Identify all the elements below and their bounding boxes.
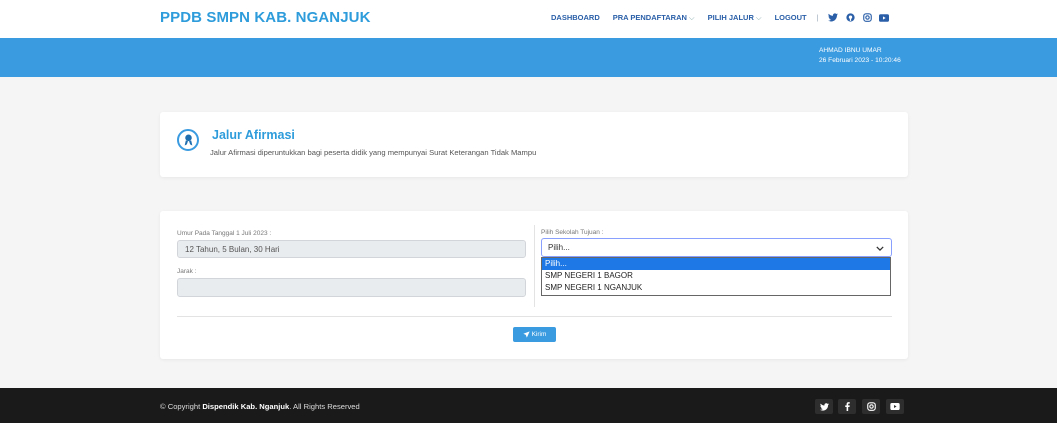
copyright-prefix: © Copyright <box>160 402 203 411</box>
nav-pra-pendaftaran[interactable]: PRA PENDAFTARAN ⌵ <box>613 13 695 23</box>
chevron-down-icon: ⌵ <box>688 12 695 22</box>
registration-form-card: Umur Pada Tanggal 1 Juli 2023 : 12 Tahun… <box>160 211 908 359</box>
copyright-suffix: . All Rights Reserved <box>289 402 360 411</box>
instagram-icon[interactable] <box>862 399 880 414</box>
kirim-button-label: Kirim <box>531 331 547 338</box>
sekolah-label: Pilih Sekolah Tujuan : <box>541 229 604 236</box>
site-brand[interactable]: PPDB SMPN KAB. NGANJUK <box>160 9 371 26</box>
sekolah-select[interactable]: Pilih... <box>541 238 892 257</box>
column-divider <box>534 225 535 307</box>
twitter-icon[interactable] <box>828 12 839 23</box>
user-datetime: 26 Februari 2023 - 10:20:46 <box>819 57 901 64</box>
nav-separator: | <box>816 13 819 22</box>
site-footer: © Copyright Dispendik Kab. Nganjuk. All … <box>0 388 1057 423</box>
youtube-icon[interactable] <box>886 399 904 414</box>
user-banner: AHMAD IBNU UMAR 26 Februari 2023 - 10:20… <box>0 38 1057 77</box>
main-menu: DASHBOARD PRA PENDAFTARAN ⌵ PILIH JALUR ⌵ … <box>551 12 896 23</box>
sekolah-selected-value: Pilih... <box>548 243 570 252</box>
jarak-field <box>177 278 526 297</box>
sekolah-option[interactable]: SMP NEGERI 1 BAGOR <box>542 270 890 282</box>
award-icon <box>177 129 199 151</box>
copyright-owner: Dispendik Kab. Nganjuk <box>202 402 290 411</box>
nav-pilih-jalur[interactable]: PILIH JALUR ⌵ <box>708 13 762 23</box>
github-icon[interactable] <box>845 12 856 23</box>
umur-label: Umur Pada Tanggal 1 Juli 2023 : <box>177 230 272 237</box>
page-title: Jalur Afirmasi <box>212 128 295 142</box>
jarak-label: Jarak : <box>177 268 197 275</box>
page-description: Jalur Afirmasi diperuntukkan bagi pesert… <box>210 148 537 157</box>
send-icon <box>522 331 530 338</box>
nav-pilih-jalur-label: PILIH JALUR <box>707 12 754 22</box>
chevron-down-icon: ⌵ <box>755 12 762 22</box>
sekolah-dropdown-list: Pilih... SMP NEGERI 1 BAGOR SMP NEGERI 1… <box>541 257 891 296</box>
user-info: AHMAD IBNU UMAR 26 Februari 2023 - 10:20… <box>819 46 901 66</box>
form-divider <box>177 316 892 317</box>
jalur-header-card: Jalur Afirmasi Jalur Afirmasi diperuntuk… <box>160 112 908 177</box>
sekolah-option[interactable]: SMP NEGERI 1 NGANJUK <box>542 282 890 294</box>
instagram-icon[interactable] <box>862 12 873 23</box>
nav-logout[interactable]: LOGOUT <box>775 13 807 22</box>
chevron-down-icon <box>876 244 884 253</box>
copyright-text: © Copyright Dispendik Kab. Nganjuk. All … <box>160 402 360 411</box>
nav-dashboard[interactable]: DASHBOARD <box>551 13 600 22</box>
facebook-icon[interactable] <box>838 399 856 414</box>
youtube-icon[interactable] <box>879 12 890 23</box>
top-navbar: PPDB SMPN KAB. NGANJUK DASHBOARD PRA PEN… <box>0 0 1057 38</box>
twitter-icon[interactable] <box>815 399 833 414</box>
sekolah-option[interactable]: Pilih... <box>542 258 890 270</box>
umur-field: 12 Tahun, 5 Bulan, 30 Hari <box>177 240 526 258</box>
user-name: AHMAD IBNU UMAR <box>819 47 882 54</box>
kirim-button[interactable]: Kirim <box>513 327 556 342</box>
nav-pra-pendaftaran-label: PRA PENDAFTARAN <box>612 12 687 22</box>
